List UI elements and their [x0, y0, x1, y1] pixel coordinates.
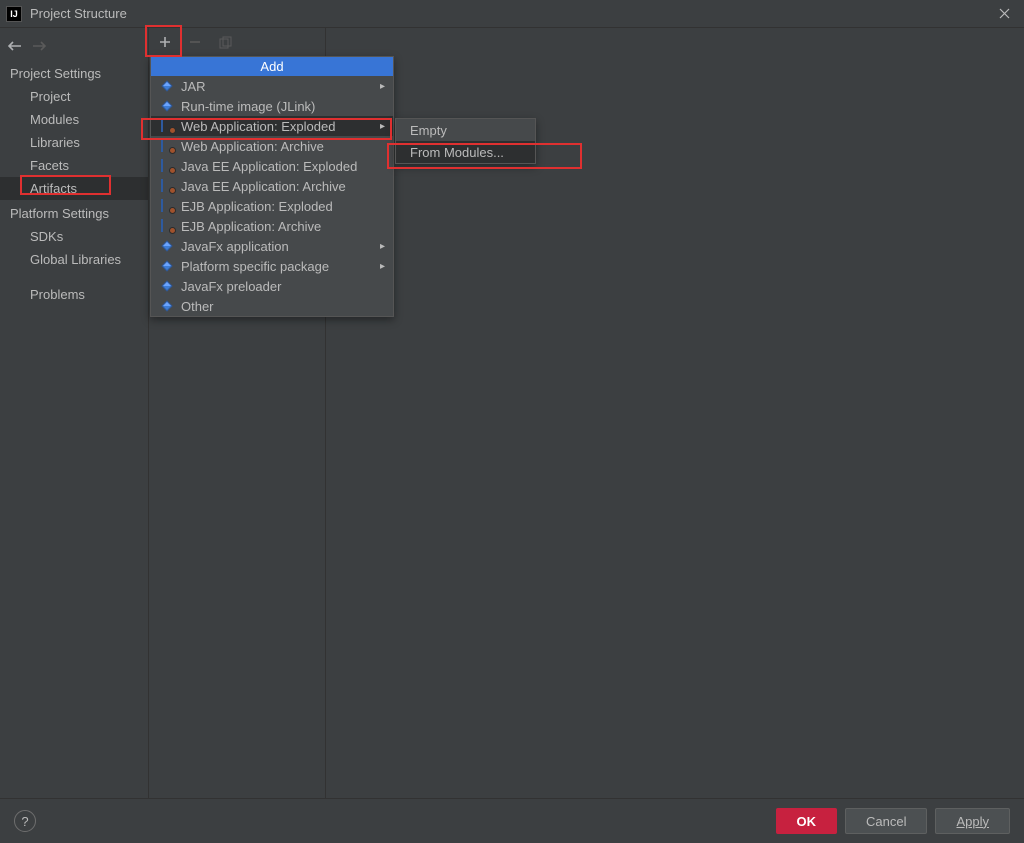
artifacts-toolbar: [149, 28, 325, 56]
chevron-right-icon: ▸: [380, 121, 385, 132]
back-icon[interactable]: [8, 38, 22, 54]
sidebar-item-libraries[interactable]: Libraries: [0, 131, 148, 154]
app-icon: IJ: [6, 6, 22, 22]
menu-item-jar[interactable]: JAR ▸: [151, 76, 393, 96]
menu-item-web-app-archive[interactable]: Web Application: Archive: [151, 136, 393, 156]
menu-item-ejb-archive[interactable]: EJB Application: Archive: [151, 216, 393, 236]
artifact-icon: [159, 158, 175, 174]
menu-item-runtime-image[interactable]: Run-time image (JLink): [151, 96, 393, 116]
menu-item-platform-package[interactable]: Platform specific package ▸: [151, 256, 393, 276]
ok-button[interactable]: OK: [776, 808, 838, 834]
artifact-icon: [159, 278, 175, 294]
title-bar: IJ Project Structure: [0, 0, 1024, 28]
menu-item-label: Empty: [410, 123, 521, 138]
artifact-icon: [159, 118, 175, 134]
sidebar-item-modules[interactable]: Modules: [0, 108, 148, 131]
menu-item-javafx-app[interactable]: JavaFx application ▸: [151, 236, 393, 256]
menu-item-javafx-preloader[interactable]: JavaFx preloader: [151, 276, 393, 296]
sidebar-item-facets[interactable]: Facets: [0, 154, 148, 177]
sidebar-item-global-libraries[interactable]: Global Libraries: [0, 248, 148, 271]
submenu-item-from-modules[interactable]: From Modules...: [396, 141, 535, 163]
menu-item-label: Web Application: Archive: [181, 139, 385, 154]
add-icon[interactable]: [157, 34, 173, 50]
menu-item-javaee-archive[interactable]: Java EE Application: Archive: [151, 176, 393, 196]
sidebar-item-problems[interactable]: Problems: [0, 283, 148, 306]
artifact-icon: [159, 78, 175, 94]
menu-item-label: EJB Application: Archive: [181, 219, 385, 234]
menu-item-label: JavaFx application: [181, 239, 380, 254]
add-menu-header: Add: [151, 57, 393, 76]
chevron-right-icon: ▸: [380, 81, 385, 92]
platform-settings-header: Platform Settings: [0, 200, 148, 225]
artifact-icon: [159, 98, 175, 114]
sidebar-item-sdks[interactable]: SDKs: [0, 225, 148, 248]
menu-item-web-app-exploded[interactable]: Web Application: Exploded ▸: [151, 116, 393, 136]
cancel-button[interactable]: Cancel: [845, 808, 927, 834]
sidebar: Project Settings Project Modules Librari…: [0, 28, 149, 798]
sidebar-item-artifacts[interactable]: Artifacts: [0, 177, 148, 200]
apply-button[interactable]: Apply: [935, 808, 1010, 834]
nav-bar: [0, 32, 148, 60]
copy-icon: [217, 34, 233, 50]
menu-item-label: Java EE Application: Exploded: [181, 159, 385, 174]
artifact-icon: [159, 238, 175, 254]
menu-item-label: Other: [181, 299, 385, 314]
artifact-icon: [159, 198, 175, 214]
sidebar-item-project[interactable]: Project: [0, 85, 148, 108]
forward-icon: [32, 38, 46, 54]
artifact-icon: [159, 218, 175, 234]
menu-item-label: Java EE Application: Archive: [181, 179, 385, 194]
menu-item-label: From Modules...: [410, 145, 521, 160]
remove-icon: [187, 34, 203, 50]
chevron-right-icon: ▸: [380, 241, 385, 252]
artifact-icon: [159, 258, 175, 274]
menu-item-ejb-exploded[interactable]: EJB Application: Exploded: [151, 196, 393, 216]
menu-item-label: JAR: [181, 79, 380, 94]
close-icon[interactable]: [990, 4, 1018, 24]
artifact-icon: [159, 178, 175, 194]
help-icon[interactable]: ?: [14, 810, 36, 832]
menu-item-label: JavaFx preloader: [181, 279, 385, 294]
artifact-icon: [159, 138, 175, 154]
menu-item-label: EJB Application: Exploded: [181, 199, 385, 214]
bottom-bar: ? OK Cancel Apply: [0, 798, 1024, 843]
menu-item-label: Platform specific package: [181, 259, 380, 274]
project-settings-header: Project Settings: [0, 60, 148, 85]
window-title: Project Structure: [30, 6, 990, 21]
menu-item-label: Run-time image (JLink): [181, 99, 385, 114]
menu-item-label: Web Application: Exploded: [181, 119, 380, 134]
chevron-right-icon: ▸: [380, 261, 385, 272]
submenu-item-empty[interactable]: Empty: [396, 119, 535, 141]
artifact-icon: [159, 298, 175, 314]
add-artifact-menu: Add JAR ▸ Run-time image (JLink) Web App…: [150, 56, 394, 317]
menu-item-javaee-exploded[interactable]: Java EE Application: Exploded: [151, 156, 393, 176]
web-app-exploded-submenu: Empty From Modules...: [395, 118, 536, 164]
menu-item-other[interactable]: Other: [151, 296, 393, 316]
